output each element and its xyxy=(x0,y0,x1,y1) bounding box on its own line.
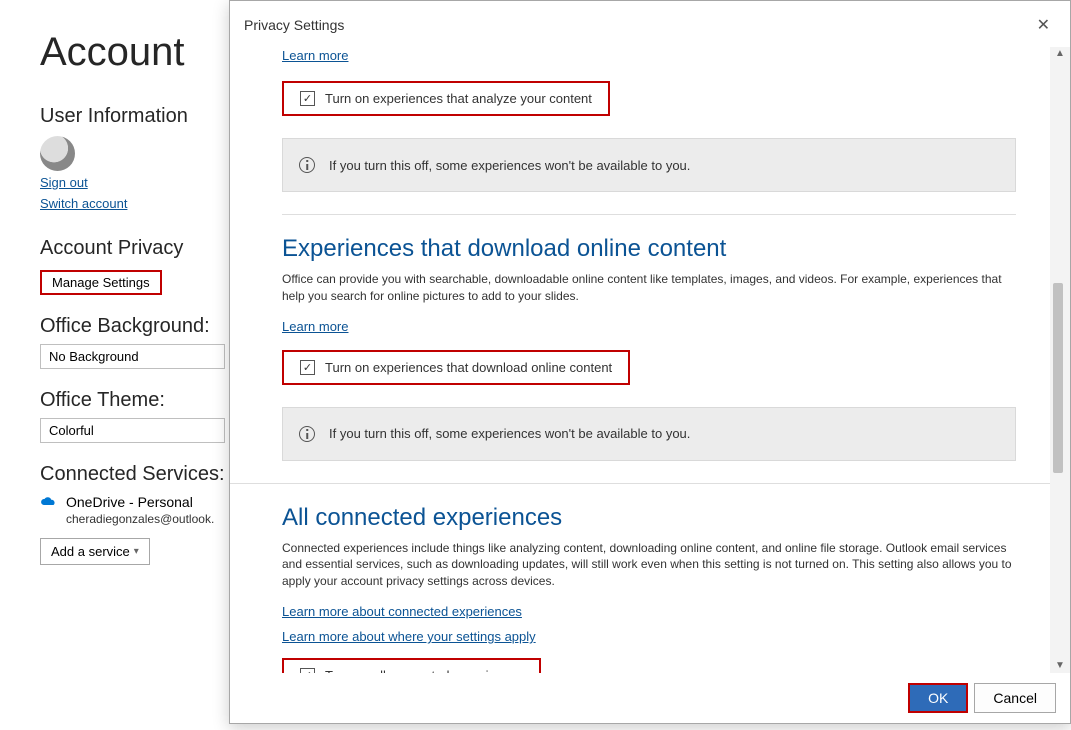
analyze-info-box: If you turn this off, some experiences w… xyxy=(282,138,1016,192)
divider xyxy=(230,483,1050,484)
office-theme-value: Colorful xyxy=(49,423,94,438)
analyze-info-text: If you turn this off, some experiences w… xyxy=(329,158,690,173)
connected-experiences-learn-more-link[interactable]: Learn more about connected experiences xyxy=(282,604,1016,619)
download-content-checkbox-row[interactable]: ✓ Turn on experiences that download onli… xyxy=(282,350,630,385)
onedrive-label: OneDrive - Personal xyxy=(66,494,193,510)
privacy-settings-dialog: Privacy Settings ✕ Learn more ✓ Turn on … xyxy=(229,0,1071,724)
sign-out-link[interactable]: Sign out xyxy=(40,175,88,190)
dialog-title: Privacy Settings xyxy=(244,17,344,33)
download-experiences-heading: Experiences that download online content xyxy=(282,235,1016,263)
checkbox-icon: ✓ xyxy=(300,668,315,673)
checkbox-icon: ✓ xyxy=(300,91,315,106)
settings-apply-learn-more-link[interactable]: Learn more about where your settings app… xyxy=(282,629,1016,644)
manage-settings-button[interactable]: Manage Settings xyxy=(40,270,162,295)
scrollbar[interactable]: ▲ ▼ xyxy=(1050,47,1070,673)
all-learn-more-stack: Learn more about connected experiences L… xyxy=(282,604,1016,644)
download-content-label: Turn on experiences that download online… xyxy=(325,360,612,375)
analyze-content-checkbox-row[interactable]: ✓ Turn on experiences that analyze your … xyxy=(282,81,610,116)
learn-more-link[interactable]: Learn more xyxy=(282,48,348,63)
analyze-content-label: Turn on experiences that analyze your co… xyxy=(325,91,592,106)
checkbox-icon: ✓ xyxy=(300,360,315,375)
scroll-content: Learn more ✓ Turn on experiences that an… xyxy=(230,47,1050,673)
onedrive-icon xyxy=(40,496,58,508)
avatar xyxy=(40,136,75,171)
divider xyxy=(282,214,1016,215)
chevron-down-icon: ▾ xyxy=(134,546,139,557)
info-icon xyxy=(299,426,315,442)
all-connected-description: Connected experiences include things lik… xyxy=(282,540,1016,590)
ok-button[interactable]: OK xyxy=(908,683,968,713)
add-service-button[interactable]: Add a service ▾ xyxy=(40,538,150,565)
download-experiences-description: Office can provide you with searchable, … xyxy=(282,271,1016,305)
dialog-titlebar: Privacy Settings ✕ xyxy=(230,1,1070,47)
dialog-body: Learn more ✓ Turn on experiences that an… xyxy=(230,47,1070,673)
office-background-dropdown[interactable]: No Background xyxy=(40,344,225,369)
download-learn-more-link[interactable]: Learn more xyxy=(282,319,348,334)
scrollbar-thumb[interactable] xyxy=(1053,283,1063,473)
add-service-label: Add a service xyxy=(51,544,130,559)
scroll-up-icon[interactable]: ▲ xyxy=(1050,47,1070,61)
all-connected-label: Turn on all connected experiences xyxy=(325,668,523,673)
switch-account-link[interactable]: Switch account xyxy=(40,196,127,211)
cancel-button[interactable]: Cancel xyxy=(974,683,1056,713)
info-icon xyxy=(299,157,315,173)
dialog-footer: OK Cancel xyxy=(230,673,1070,723)
user-name-redacted xyxy=(87,139,207,169)
download-info-text: If you turn this off, some experiences w… xyxy=(329,426,690,441)
office-background-value: No Background xyxy=(49,349,139,364)
close-icon[interactable]: ✕ xyxy=(1031,13,1056,37)
download-info-box: If you turn this off, some experiences w… xyxy=(282,407,1016,461)
all-connected-heading: All connected experiences xyxy=(282,504,1016,532)
scroll-down-icon[interactable]: ▼ xyxy=(1050,659,1070,673)
office-theme-dropdown[interactable]: Colorful xyxy=(40,418,225,443)
all-connected-checkbox-row[interactable]: ✓ Turn on all connected experiences xyxy=(282,658,541,673)
